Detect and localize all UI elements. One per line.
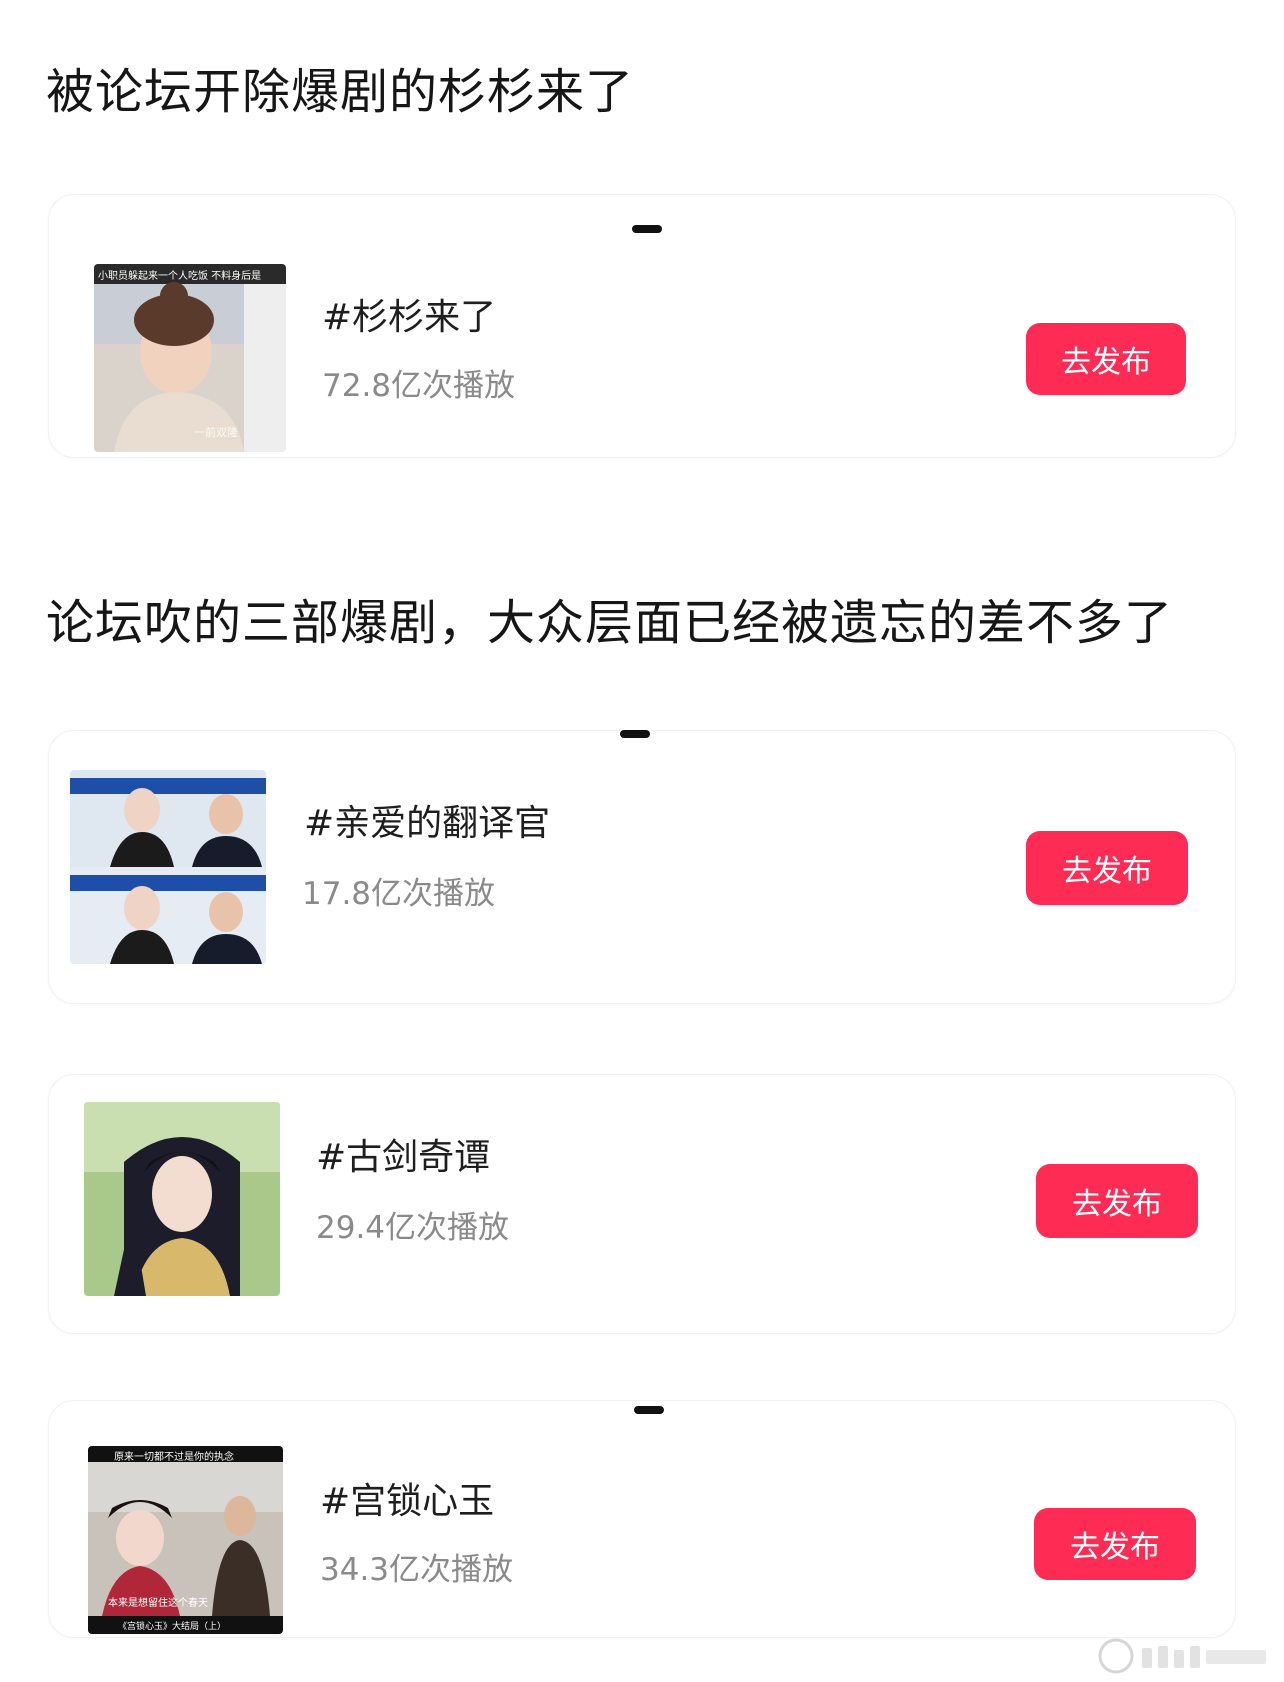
thumbnail-caption-top: 小职员躲起来一个人吃饭 不料身后是 [98,271,262,282]
thumbnail-caption-bottom: 一前双隆 [194,426,238,439]
publish-button-3[interactable]: 去发布 [1036,1164,1198,1238]
thumbnail-subtitle: 本来是想留住这个春天 [108,1598,208,1609]
play-count-2: 17.8亿次播放 [302,876,496,912]
play-count-1: 72.8亿次播放 [322,368,516,404]
section-heading-1: 被论坛开除爆剧的杉杉来了 [46,64,635,120]
publish-button-4[interactable]: 去发布 [1034,1508,1196,1580]
topic-tag-2[interactable]: #亲爱的翻译官 [304,794,550,846]
topic-thumbnail-1[interactable]: 小职员躲起来一个人吃饭 不料身后是 一前双隆 [94,264,286,452]
topic-thumbnail-4[interactable]: 原来一切都不过是你的执念 本来是想留住这个春天 《宫锁心玉》大结局（上） [88,1446,283,1634]
topic-tag-4[interactable]: #宫锁心玉 [320,1472,494,1524]
topic-thumbnail-3[interactable] [84,1102,280,1296]
play-count-3: 29.4亿次播放 [316,1210,510,1246]
topic-thumbnail-2[interactable] [70,770,266,964]
drag-handle [632,225,662,233]
thumbnail-caption-top: 原来一切都不过是你的执念 [114,1452,234,1463]
topic-tag-1[interactable]: #杉杉来了 [322,288,496,340]
drag-handle [620,730,650,738]
publish-button-1[interactable]: 去发布 [1026,323,1186,395]
topic-tag-3[interactable]: #古剑奇谭 [316,1128,490,1180]
drag-handle [634,1406,664,1414]
watermark-logo [1094,1634,1274,1678]
thumbnail-caption-bottom: 《宫锁心玉》大结局（上） [118,1622,227,1632]
publish-button-2[interactable]: 去发布 [1026,831,1188,905]
section-heading-2: 论坛吹的三部爆剧，大众层面已经被遗忘的差不多了 [46,595,1174,651]
play-count-4: 34.3亿次播放 [320,1552,514,1588]
